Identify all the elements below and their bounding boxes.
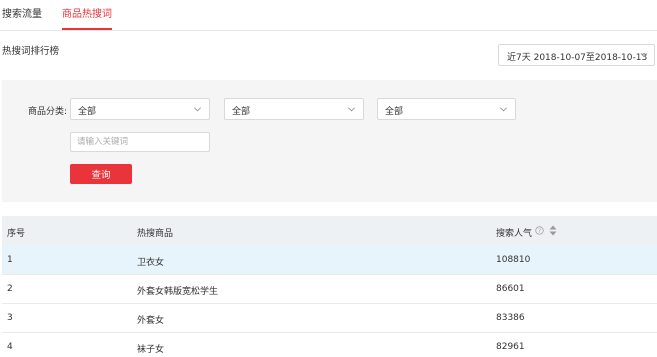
table-row[interactable]: 4 袜子女 82961 — [2, 333, 657, 357]
filter-panel: 商品分类: 全部 全部 全部 查询 — [2, 80, 657, 202]
cell-rank: 4 — [7, 342, 13, 352]
date-range-text: 近7天 2018-10-07至2018-10-13 — [507, 53, 648, 63]
column-header-keyword: 热搜商品 — [137, 229, 174, 239]
cell-popularity: 108810 — [496, 255, 531, 265]
chevron-down-icon — [348, 107, 355, 112]
table-row[interactable]: 3 外套女 83386 — [2, 304, 657, 333]
date-range-picker[interactable]: 近7天 2018-10-07至2018-10-13 — [498, 44, 655, 66]
cell-keyword: 外套女韩版宽松学生 — [137, 287, 219, 297]
svg-text:?: ? — [538, 229, 541, 235]
tab-bar: 搜索流量 商品热搜词 — [0, 0, 657, 31]
keyword-input[interactable] — [70, 132, 210, 152]
category-select-level-1[interactable]: 全部 — [70, 98, 210, 120]
column-header-rank: 序号 — [7, 229, 26, 239]
category-select-level-3[interactable]: 全部 — [377, 98, 516, 120]
cell-rank: 3 — [7, 313, 13, 323]
cell-rank: 1 — [7, 255, 13, 265]
category-select-level-2[interactable]: 全部 — [224, 98, 364, 120]
hot-search-table: 序号 热搜商品 搜索人气 ? 1 卫衣女 108810 2 外套女韩版宽松学生 … — [2, 216, 657, 357]
select-value: 全部 — [78, 107, 97, 117]
sort-icon[interactable] — [549, 225, 557, 236]
column-header-popularity: 搜索人气 — [496, 229, 533, 239]
select-value: 全部 — [232, 107, 251, 117]
cell-popularity: 82961 — [496, 342, 525, 352]
category-label: 商品分类: — [28, 107, 68, 117]
cell-popularity: 83386 — [496, 313, 525, 323]
cell-rank: 2 — [7, 284, 13, 294]
chevron-down-icon — [500, 107, 507, 112]
chevron-down-icon — [640, 53, 648, 58]
cell-keyword: 外套女 — [137, 316, 165, 326]
select-value: 全部 — [385, 107, 404, 117]
cell-popularity: 86601 — [496, 284, 525, 294]
help-icon[interactable]: ? — [535, 226, 544, 235]
section-title: 热搜词排行榜 — [2, 46, 60, 57]
table-header: 序号 热搜商品 搜索人气 ? — [2, 216, 657, 246]
table-row[interactable]: 2 外套女韩版宽松学生 86601 — [2, 275, 657, 304]
tab-search-traffic[interactable]: 搜索流量 — [2, 9, 42, 21]
chevron-down-icon — [194, 107, 201, 112]
cell-keyword: 卫衣女 — [137, 258, 165, 268]
query-button[interactable]: 查询 — [70, 164, 132, 184]
tab-hot-search-words[interactable]: 商品热搜词 — [62, 9, 112, 21]
active-tab-indicator — [62, 28, 112, 30]
cell-keyword: 袜子女 — [137, 345, 165, 355]
table-row[interactable]: 1 卫衣女 108810 — [2, 246, 657, 275]
